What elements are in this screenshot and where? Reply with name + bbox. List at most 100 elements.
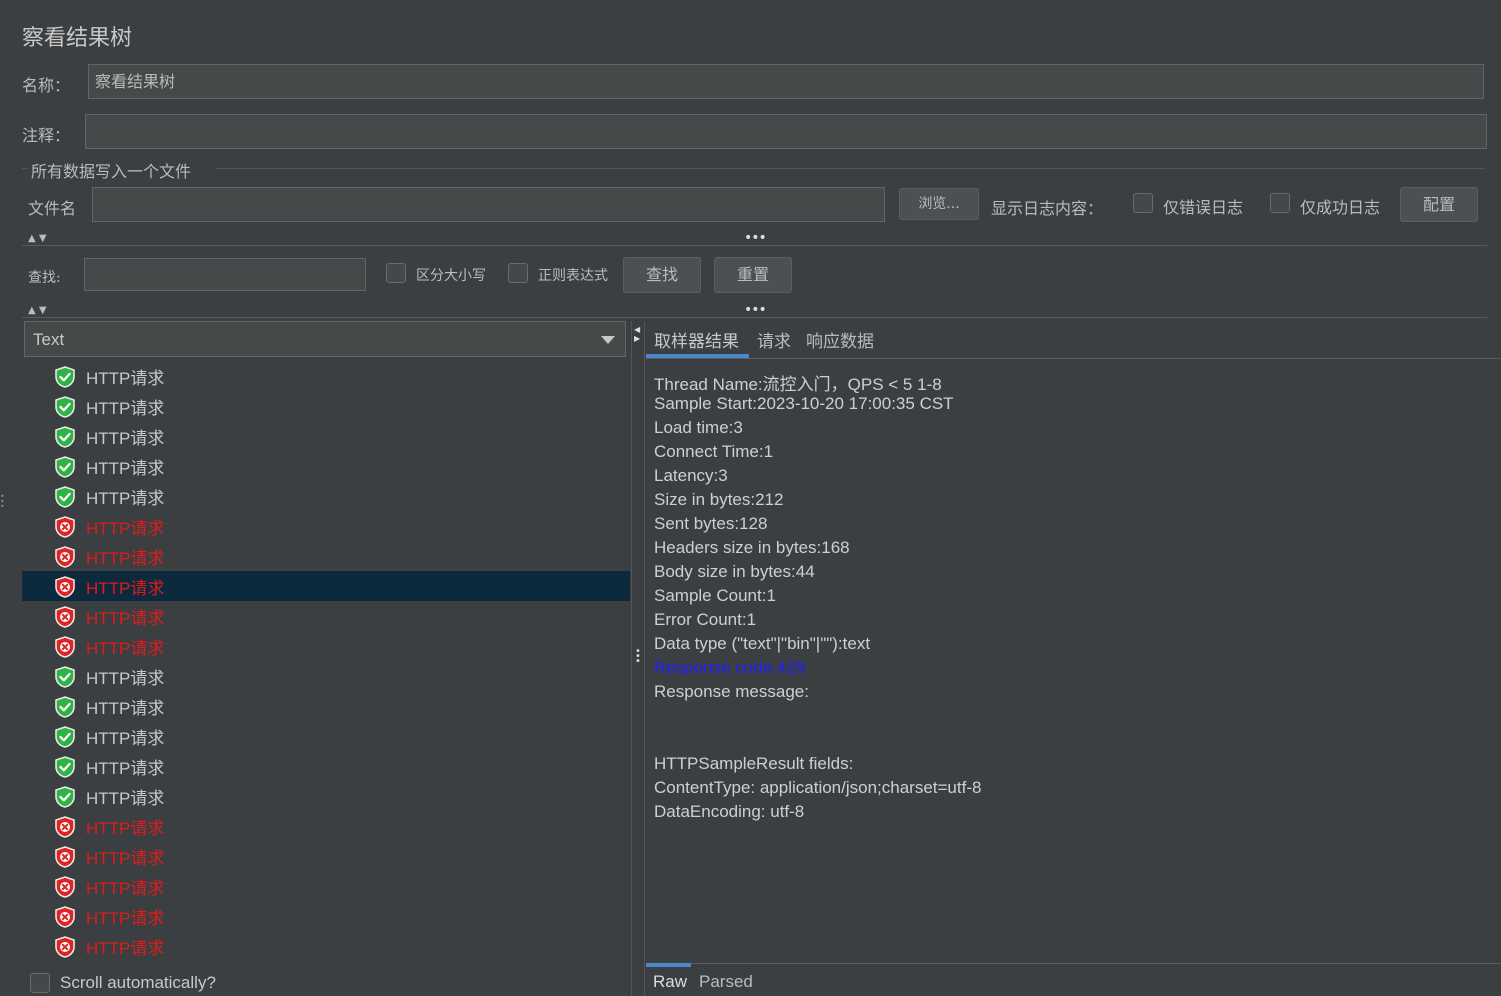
result-field-line: HTTPSampleResult fields:: [654, 754, 854, 773]
tree-item[interactable]: HTTP请求: [22, 811, 630, 841]
tab-response-data[interactable]: 响应数据: [806, 327, 874, 352]
configure-button[interactable]: 配置: [1400, 187, 1478, 222]
tab-raw[interactable]: Raw: [653, 972, 687, 992]
splitter-collapse-arrows[interactable]: ▲ ▼: [28, 233, 47, 244]
splitter-line: [22, 245, 1487, 246]
success-shield-icon: [54, 756, 76, 778]
success-shield-icon: [54, 426, 76, 448]
file-section-legend: 所有数据写入一个文件: [31, 162, 192, 181]
error-shield-icon: [54, 546, 76, 568]
tree-item-label: HTTP请求: [86, 609, 165, 628]
reset-button[interactable]: 重置: [714, 257, 792, 293]
divider-grip[interactable]: • • •: [635, 647, 641, 667]
tree-item[interactable]: HTTP请求: [22, 871, 630, 901]
search-input[interactable]: [84, 258, 366, 291]
tree-item-label: HTTP请求: [86, 639, 165, 658]
regex-checkbox[interactable]: [508, 263, 528, 283]
regex-label: 正则表达式: [538, 268, 608, 284]
tree-item-label: HTTP请求: [86, 729, 165, 748]
scroll-auto-checkbox[interactable]: [30, 973, 50, 993]
tree-item[interactable]: HTTP请求: [22, 601, 630, 631]
tree-item[interactable]: HTTP请求: [22, 901, 630, 931]
result-line: Connect Time:1: [654, 442, 774, 461]
error-shield-icon: [54, 876, 76, 898]
left-edge-grip[interactable]: • • •: [0, 493, 5, 511]
result-line: Error Count:1: [654, 610, 757, 629]
tree-item-label: HTTP请求: [86, 459, 165, 478]
browse-button[interactable]: 浏览...: [899, 188, 979, 220]
result-line: Thread Name:流控入门，QPS < 5 1-8: [654, 375, 942, 394]
tree-item-label: HTTP请求: [86, 849, 165, 868]
tree-item[interactable]: HTTP请求: [22, 481, 630, 511]
renderer-selected-value: Text: [33, 330, 65, 349]
tree-item[interactable]: HTTP请求: [22, 511, 630, 541]
bottom-tab-line: [646, 963, 1501, 964]
name-input[interactable]: 察看结果树: [88, 64, 1484, 99]
error-shield-icon: [54, 516, 76, 538]
tree-item[interactable]: HTTP请求: [22, 391, 630, 421]
tab-request[interactable]: 请求: [757, 327, 791, 352]
divider-collapse-arrows[interactable]: ◀ ▶: [634, 325, 640, 343]
tab-sampler-result[interactable]: 取样器结果: [654, 327, 739, 352]
tree-item-label: HTTP请求: [86, 489, 165, 508]
result-line: Data type ("text"|"bin"|""):text: [654, 634, 871, 653]
tree-item-label: HTTP请求: [86, 879, 165, 898]
result-line: Sample Start:2023-10-20 17:00:35 CST: [654, 394, 954, 413]
tree-item[interactable]: HTTP请求: [22, 661, 630, 691]
success-shield-icon: [54, 486, 76, 508]
comment-input[interactable]: [85, 114, 1487, 149]
search-label: 查找:: [28, 270, 61, 286]
tree-item[interactable]: HTTP请求: [22, 541, 630, 571]
errors-only-checkbox[interactable]: [1133, 193, 1153, 213]
result-line: Load time:3: [654, 418, 743, 437]
tree-item[interactable]: HTTP请求: [22, 691, 630, 721]
case-sensitive-checkbox[interactable]: [386, 263, 406, 283]
tree-item-label: HTTP请求: [86, 759, 165, 778]
error-shield-icon: [54, 816, 76, 838]
error-shield-icon: [54, 936, 76, 958]
tree-item[interactable]: HTTP请求: [22, 361, 630, 391]
filename-input[interactable]: [92, 187, 885, 222]
tree-item-label: HTTP请求: [86, 669, 165, 688]
tree-item[interactable]: HTTP请求: [22, 631, 630, 661]
error-shield-icon: [54, 636, 76, 658]
tree-item-label: HTTP请求: [86, 369, 165, 388]
splitter-grip[interactable]: •••: [744, 230, 767, 246]
tree-item[interactable]: HTTP请求: [22, 931, 630, 961]
result-line: Latency:3: [654, 466, 728, 485]
tree-item[interactable]: HTTP请求: [22, 721, 630, 751]
splitter2-grip[interactable]: •••: [744, 302, 767, 318]
tab-parsed[interactable]: Parsed: [699, 972, 753, 992]
success-shield-icon: [54, 456, 76, 478]
tree-item-label: HTTP请求: [86, 939, 165, 958]
success-shield-icon: [54, 396, 76, 418]
splitter2-collapse-arrows[interactable]: ▲ ▼: [28, 305, 47, 316]
comment-label: 注释：: [22, 126, 71, 145]
result-line: Sent bytes:128: [654, 514, 768, 533]
result-field-line: DataEncoding: utf-8: [654, 802, 805, 821]
log-display-label: 显示日志内容：: [991, 199, 1104, 218]
legend-line-right: [215, 168, 1485, 169]
tree-item-label: HTTP请求: [86, 579, 165, 598]
tree-item-label: HTTP请求: [86, 819, 165, 838]
tree-item-label: HTTP请求: [86, 399, 165, 418]
tree-item[interactable]: HTTP请求: [22, 841, 630, 871]
result-field-line: ContentType: application/json;charset=ut…: [654, 778, 982, 797]
splitter2-line: [22, 317, 1487, 318]
tree-item[interactable]: HTTP请求: [22, 751, 630, 781]
success-shield-icon: [54, 366, 76, 388]
tree-item[interactable]: HTTP请求: [22, 571, 630, 601]
pane-divider[interactable]: ◀ ▶ • • •: [631, 321, 645, 996]
tree-item[interactable]: HTTP请求: [22, 451, 630, 481]
error-shield-icon: [54, 906, 76, 928]
result-line: Sample Count:1: [654, 586, 776, 605]
error-shield-icon: [54, 576, 76, 598]
scroll-auto-label: Scroll automatically?: [60, 973, 216, 992]
renderer-select[interactable]: Text: [24, 321, 626, 357]
panel-title: 察看结果树: [22, 26, 133, 51]
tree-item[interactable]: HTTP请求: [22, 781, 630, 811]
tree-item[interactable]: HTTP请求: [22, 421, 630, 451]
success-only-checkbox[interactable]: [1270, 193, 1290, 213]
filename-label: 文件名: [28, 199, 77, 218]
find-button[interactable]: 查找: [623, 257, 701, 293]
